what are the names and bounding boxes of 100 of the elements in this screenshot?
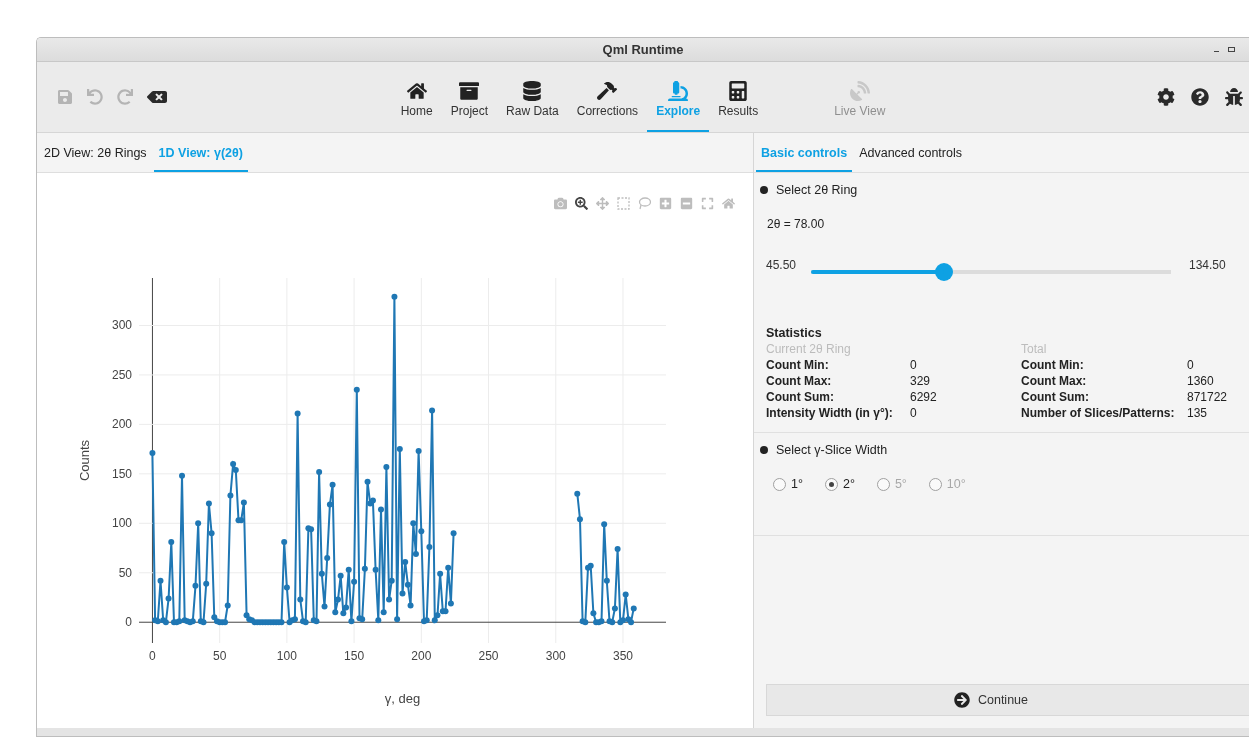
hammer-icon [597,80,618,101]
data-point [224,602,231,609]
data-point [192,582,199,589]
section-title: Select γ-Slice Width [776,443,888,457]
lasso-icon[interactable] [638,196,651,210]
stat-value: 0 [1187,358,1195,372]
data-point [294,410,301,417]
zoom-in-icon[interactable] [659,196,672,210]
tick-label: 0 [149,648,156,663]
data-point [326,501,333,508]
control-tab[interactable]: Advanced controls [854,133,967,172]
nav-tab[interactable]: Raw Data [497,62,568,132]
data-point [324,554,331,561]
column-heading: Current 2θ Ring [766,342,852,356]
microscope-icon [668,80,689,101]
window-title: Qml Runtime [602,42,684,57]
radio-option[interactable]: 2° [824,477,855,491]
stat-value: 6292 [910,390,938,404]
zoom-icon[interactable] [575,196,588,210]
pan-icon[interactable] [596,196,609,210]
tick-label: 250 [478,648,499,663]
bullet-icon [760,186,768,194]
data-point [195,520,202,527]
data-point [361,565,368,572]
tick-label: 150 [344,648,365,663]
radio-button[interactable] [773,477,786,491]
tick-label: 50 [213,648,227,663]
nav-tab[interactable]: Home [391,62,442,132]
data-point [364,478,371,485]
data-point [622,591,629,598]
section-title: Select 2θ Ring [776,183,858,197]
archive-icon [459,80,480,101]
data-point [372,566,379,573]
satellite-dish-icon [849,80,870,101]
data-point [179,472,185,479]
stat-label: Number of Slices/Patterns: [1021,406,1176,420]
data-point [378,506,384,513]
data-point [412,550,419,557]
data-point [402,558,409,565]
stat-label: Count Sum: [1021,390,1090,404]
data-point [426,544,433,550]
data-point [203,580,210,587]
nav-tab[interactable]: Results [709,62,768,132]
stat-label: Count Min: [766,358,830,372]
data-point [611,605,618,612]
stat-label: Count Sum: [766,390,835,404]
tick-label: 150 [111,466,132,481]
data-point [283,584,290,591]
tick-label: 100 [276,648,297,663]
data-point [227,492,234,499]
autoscale-icon[interactable] [701,196,714,210]
data-point [165,595,172,602]
database-icon [522,80,543,101]
bug-icon[interactable] [1225,88,1243,106]
box-select-icon[interactable] [617,196,630,210]
data-point [388,577,395,584]
settings-icon[interactable] [1157,88,1175,106]
axis-title: Counts [77,439,92,482]
data-point [297,596,304,603]
data-point [168,539,175,546]
continue-button[interactable]: Continue [766,684,1249,716]
view-tab[interactable]: 2D View: 2θ Rings [39,133,152,172]
data-point [394,616,401,623]
tick-label: 200 [111,417,132,432]
stat-value: 871722 [1187,390,1229,404]
stat-value: 1360 [1187,374,1215,388]
zoom-out-icon[interactable] [680,196,693,210]
data-point [318,570,325,577]
tick-label: 0 [125,615,132,630]
nav-tab[interactable]: Project [441,62,498,132]
camera-icon[interactable] [554,196,567,210]
data-point [334,596,341,603]
data-point [321,603,328,610]
data-point [351,578,358,585]
home-icon[interactable] [722,196,735,210]
data-point [407,602,414,609]
data-point [205,500,212,507]
radio-option[interactable]: 1° [773,477,803,491]
help-icon[interactable] [1191,88,1209,106]
data-point [576,516,583,523]
value-label: 2θ = 78.00 [767,217,826,231]
data-point [396,446,403,453]
data-point [630,605,637,612]
data-point [404,581,411,588]
bullet-icon [760,446,768,454]
data-point [281,539,288,546]
column-heading: Total [1021,342,1048,356]
stat-value: 0 [910,358,918,372]
maximize-icon[interactable] [1228,47,1235,52]
data-point [391,293,398,300]
stat-value: 135 [1187,406,1209,420]
home-icon [406,80,427,101]
data-point [603,577,610,584]
radio-button[interactable] [824,477,838,491]
data-point [353,386,360,393]
data-point [450,530,457,537]
nav-tab[interactable]: Corrections [567,62,648,132]
data-point [415,448,422,455]
slider-thumb[interactable] [935,263,954,281]
stat-label: Count Max: [766,374,833,388]
